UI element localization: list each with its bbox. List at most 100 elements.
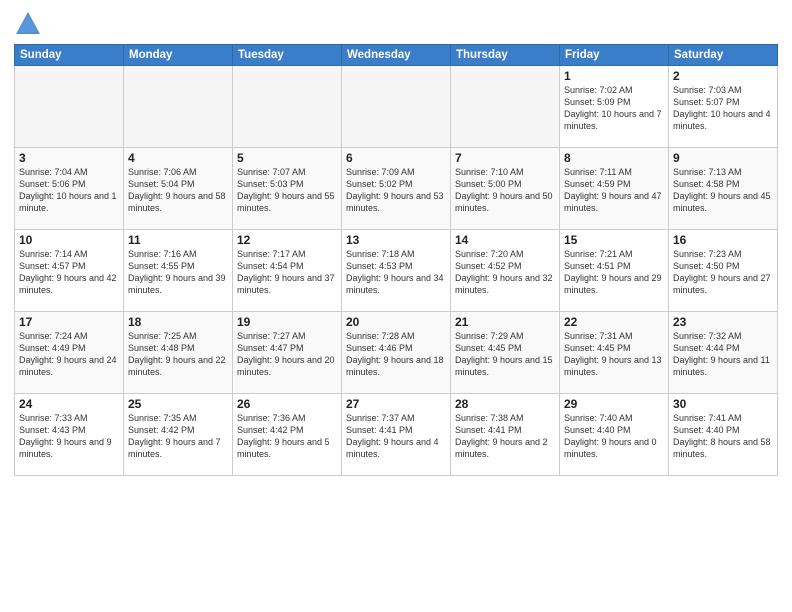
day-number: 4 (128, 151, 228, 165)
calendar-cell (342, 66, 451, 148)
day-info: Sunrise: 7:16 AM Sunset: 4:55 PM Dayligh… (128, 248, 228, 297)
weekday-header-friday: Friday (560, 45, 669, 66)
calendar-cell: 6Sunrise: 7:09 AM Sunset: 5:02 PM Daylig… (342, 148, 451, 230)
calendar-cell: 11Sunrise: 7:16 AM Sunset: 4:55 PM Dayli… (124, 230, 233, 312)
day-number: 9 (673, 151, 773, 165)
calendar-cell: 16Sunrise: 7:23 AM Sunset: 4:50 PM Dayli… (669, 230, 778, 312)
calendar-cell: 19Sunrise: 7:27 AM Sunset: 4:47 PM Dayli… (233, 312, 342, 394)
day-info: Sunrise: 7:09 AM Sunset: 5:02 PM Dayligh… (346, 166, 446, 215)
calendar-cell (15, 66, 124, 148)
day-info: Sunrise: 7:07 AM Sunset: 5:03 PM Dayligh… (237, 166, 337, 215)
day-number: 8 (564, 151, 664, 165)
calendar-cell: 21Sunrise: 7:29 AM Sunset: 4:45 PM Dayli… (451, 312, 560, 394)
day-number: 14 (455, 233, 555, 247)
day-number: 29 (564, 397, 664, 411)
calendar-cell: 29Sunrise: 7:40 AM Sunset: 4:40 PM Dayli… (560, 394, 669, 476)
day-number: 27 (346, 397, 446, 411)
calendar-table: SundayMondayTuesdayWednesdayThursdayFrid… (14, 44, 778, 476)
calendar-cell: 7Sunrise: 7:10 AM Sunset: 5:00 PM Daylig… (451, 148, 560, 230)
day-info: Sunrise: 7:35 AM Sunset: 4:42 PM Dayligh… (128, 412, 228, 461)
day-info: Sunrise: 7:10 AM Sunset: 5:00 PM Dayligh… (455, 166, 555, 215)
day-info: Sunrise: 7:13 AM Sunset: 4:58 PM Dayligh… (673, 166, 773, 215)
weekday-header-row: SundayMondayTuesdayWednesdayThursdayFrid… (15, 45, 778, 66)
calendar-cell: 9Sunrise: 7:13 AM Sunset: 4:58 PM Daylig… (669, 148, 778, 230)
calendar-cell: 5Sunrise: 7:07 AM Sunset: 5:03 PM Daylig… (233, 148, 342, 230)
calendar-cell: 15Sunrise: 7:21 AM Sunset: 4:51 PM Dayli… (560, 230, 669, 312)
day-number: 26 (237, 397, 337, 411)
day-info: Sunrise: 7:41 AM Sunset: 4:40 PM Dayligh… (673, 412, 773, 461)
calendar-cell: 17Sunrise: 7:24 AM Sunset: 4:49 PM Dayli… (15, 312, 124, 394)
calendar-cell: 8Sunrise: 7:11 AM Sunset: 4:59 PM Daylig… (560, 148, 669, 230)
day-info: Sunrise: 7:32 AM Sunset: 4:44 PM Dayligh… (673, 330, 773, 379)
day-info: Sunrise: 7:31 AM Sunset: 4:45 PM Dayligh… (564, 330, 664, 379)
day-number: 24 (19, 397, 119, 411)
calendar-cell: 1Sunrise: 7:02 AM Sunset: 5:09 PM Daylig… (560, 66, 669, 148)
day-info: Sunrise: 7:28 AM Sunset: 4:46 PM Dayligh… (346, 330, 446, 379)
day-info: Sunrise: 7:40 AM Sunset: 4:40 PM Dayligh… (564, 412, 664, 461)
day-info: Sunrise: 7:24 AM Sunset: 4:49 PM Dayligh… (19, 330, 119, 379)
day-number: 16 (673, 233, 773, 247)
day-info: Sunrise: 7:06 AM Sunset: 5:04 PM Dayligh… (128, 166, 228, 215)
day-info: Sunrise: 7:03 AM Sunset: 5:07 PM Dayligh… (673, 84, 773, 133)
day-info: Sunrise: 7:02 AM Sunset: 5:09 PM Dayligh… (564, 84, 664, 133)
logo-icon (14, 10, 42, 38)
day-info: Sunrise: 7:29 AM Sunset: 4:45 PM Dayligh… (455, 330, 555, 379)
day-info: Sunrise: 7:36 AM Sunset: 4:42 PM Dayligh… (237, 412, 337, 461)
calendar-cell: 25Sunrise: 7:35 AM Sunset: 4:42 PM Dayli… (124, 394, 233, 476)
calendar-cell: 20Sunrise: 7:28 AM Sunset: 4:46 PM Dayli… (342, 312, 451, 394)
day-info: Sunrise: 7:18 AM Sunset: 4:53 PM Dayligh… (346, 248, 446, 297)
day-info: Sunrise: 7:04 AM Sunset: 5:06 PM Dayligh… (19, 166, 119, 215)
calendar-cell: 13Sunrise: 7:18 AM Sunset: 4:53 PM Dayli… (342, 230, 451, 312)
calendar-cell: 12Sunrise: 7:17 AM Sunset: 4:54 PM Dayli… (233, 230, 342, 312)
day-number: 19 (237, 315, 337, 329)
day-number: 13 (346, 233, 446, 247)
calendar-cell: 2Sunrise: 7:03 AM Sunset: 5:07 PM Daylig… (669, 66, 778, 148)
day-number: 23 (673, 315, 773, 329)
calendar-cell: 3Sunrise: 7:04 AM Sunset: 5:06 PM Daylig… (15, 148, 124, 230)
week-row-5: 24Sunrise: 7:33 AM Sunset: 4:43 PM Dayli… (15, 394, 778, 476)
day-info: Sunrise: 7:20 AM Sunset: 4:52 PM Dayligh… (455, 248, 555, 297)
day-info: Sunrise: 7:38 AM Sunset: 4:41 PM Dayligh… (455, 412, 555, 461)
day-number: 22 (564, 315, 664, 329)
day-number: 30 (673, 397, 773, 411)
logo (14, 10, 46, 38)
calendar-cell: 24Sunrise: 7:33 AM Sunset: 4:43 PM Dayli… (15, 394, 124, 476)
calendar-cell: 28Sunrise: 7:38 AM Sunset: 4:41 PM Dayli… (451, 394, 560, 476)
day-number: 15 (564, 233, 664, 247)
day-number: 7 (455, 151, 555, 165)
calendar-cell: 4Sunrise: 7:06 AM Sunset: 5:04 PM Daylig… (124, 148, 233, 230)
calendar-cell: 10Sunrise: 7:14 AM Sunset: 4:57 PM Dayli… (15, 230, 124, 312)
day-info: Sunrise: 7:17 AM Sunset: 4:54 PM Dayligh… (237, 248, 337, 297)
calendar-cell: 26Sunrise: 7:36 AM Sunset: 4:42 PM Dayli… (233, 394, 342, 476)
day-number: 6 (346, 151, 446, 165)
header-row (14, 10, 778, 38)
day-number: 17 (19, 315, 119, 329)
day-info: Sunrise: 7:23 AM Sunset: 4:50 PM Dayligh… (673, 248, 773, 297)
day-number: 28 (455, 397, 555, 411)
day-number: 12 (237, 233, 337, 247)
calendar-cell: 22Sunrise: 7:31 AM Sunset: 4:45 PM Dayli… (560, 312, 669, 394)
calendar-cell (124, 66, 233, 148)
day-number: 1 (564, 69, 664, 83)
calendar-cell (451, 66, 560, 148)
day-number: 2 (673, 69, 773, 83)
day-number: 3 (19, 151, 119, 165)
calendar-cell: 18Sunrise: 7:25 AM Sunset: 4:48 PM Dayli… (124, 312, 233, 394)
weekday-header-thursday: Thursday (451, 45, 560, 66)
weekday-header-tuesday: Tuesday (233, 45, 342, 66)
weekday-header-saturday: Saturday (669, 45, 778, 66)
day-number: 5 (237, 151, 337, 165)
weekday-header-sunday: Sunday (15, 45, 124, 66)
day-number: 18 (128, 315, 228, 329)
week-row-2: 3Sunrise: 7:04 AM Sunset: 5:06 PM Daylig… (15, 148, 778, 230)
week-row-4: 17Sunrise: 7:24 AM Sunset: 4:49 PM Dayli… (15, 312, 778, 394)
calendar-cell: 14Sunrise: 7:20 AM Sunset: 4:52 PM Dayli… (451, 230, 560, 312)
weekday-header-wednesday: Wednesday (342, 45, 451, 66)
day-info: Sunrise: 7:11 AM Sunset: 4:59 PM Dayligh… (564, 166, 664, 215)
day-info: Sunrise: 7:37 AM Sunset: 4:41 PM Dayligh… (346, 412, 446, 461)
day-number: 10 (19, 233, 119, 247)
day-info: Sunrise: 7:14 AM Sunset: 4:57 PM Dayligh… (19, 248, 119, 297)
weekday-header-monday: Monday (124, 45, 233, 66)
week-row-1: 1Sunrise: 7:02 AM Sunset: 5:09 PM Daylig… (15, 66, 778, 148)
day-number: 11 (128, 233, 228, 247)
